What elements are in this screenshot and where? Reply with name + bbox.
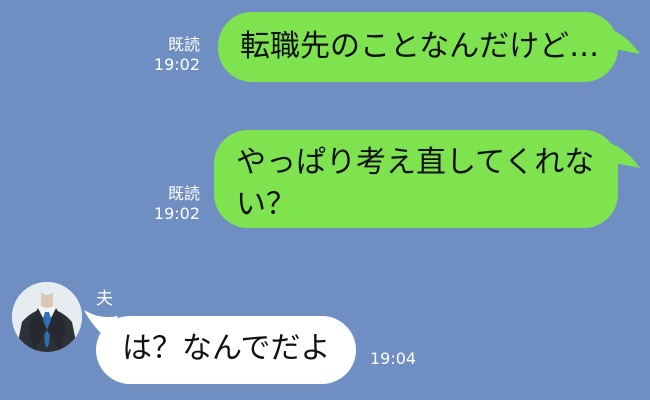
read-receipt: 既読 [167,35,200,54]
message-meta: 既読 19:02 [140,184,200,224]
message-text-line: やっぱり考え直してくれな [236,145,595,180]
message-time: 19:04 [370,349,417,368]
message-time: 19:02 [153,204,200,223]
chat-area: 既読 19:02 転職先のことなんだけど… 既読 19:02 やっぱり考え直して… [0,0,650,400]
outgoing-message-bubble[interactable]: やっぱり考え直してくれな い？ [214,130,618,228]
read-receipt: 既読 [167,184,200,203]
message-meta: 既読 19:02 [140,35,200,75]
message-text: 転職先のことなんだけど… [240,29,600,64]
bubble-tail [606,28,640,54]
message-text-line: い？ [236,187,296,222]
incoming-message-bubble[interactable]: は？なんでだよ [96,316,356,384]
outgoing-message-bubble[interactable]: 転職先のことなんだけど… [218,12,618,82]
message-time: 19:02 [153,55,200,74]
husband-avatar-icon[interactable] [12,282,82,352]
message-text: は？なんでだよ [122,331,331,366]
bubble-tail [606,142,640,168]
sender-name: 夫 [96,289,113,309]
